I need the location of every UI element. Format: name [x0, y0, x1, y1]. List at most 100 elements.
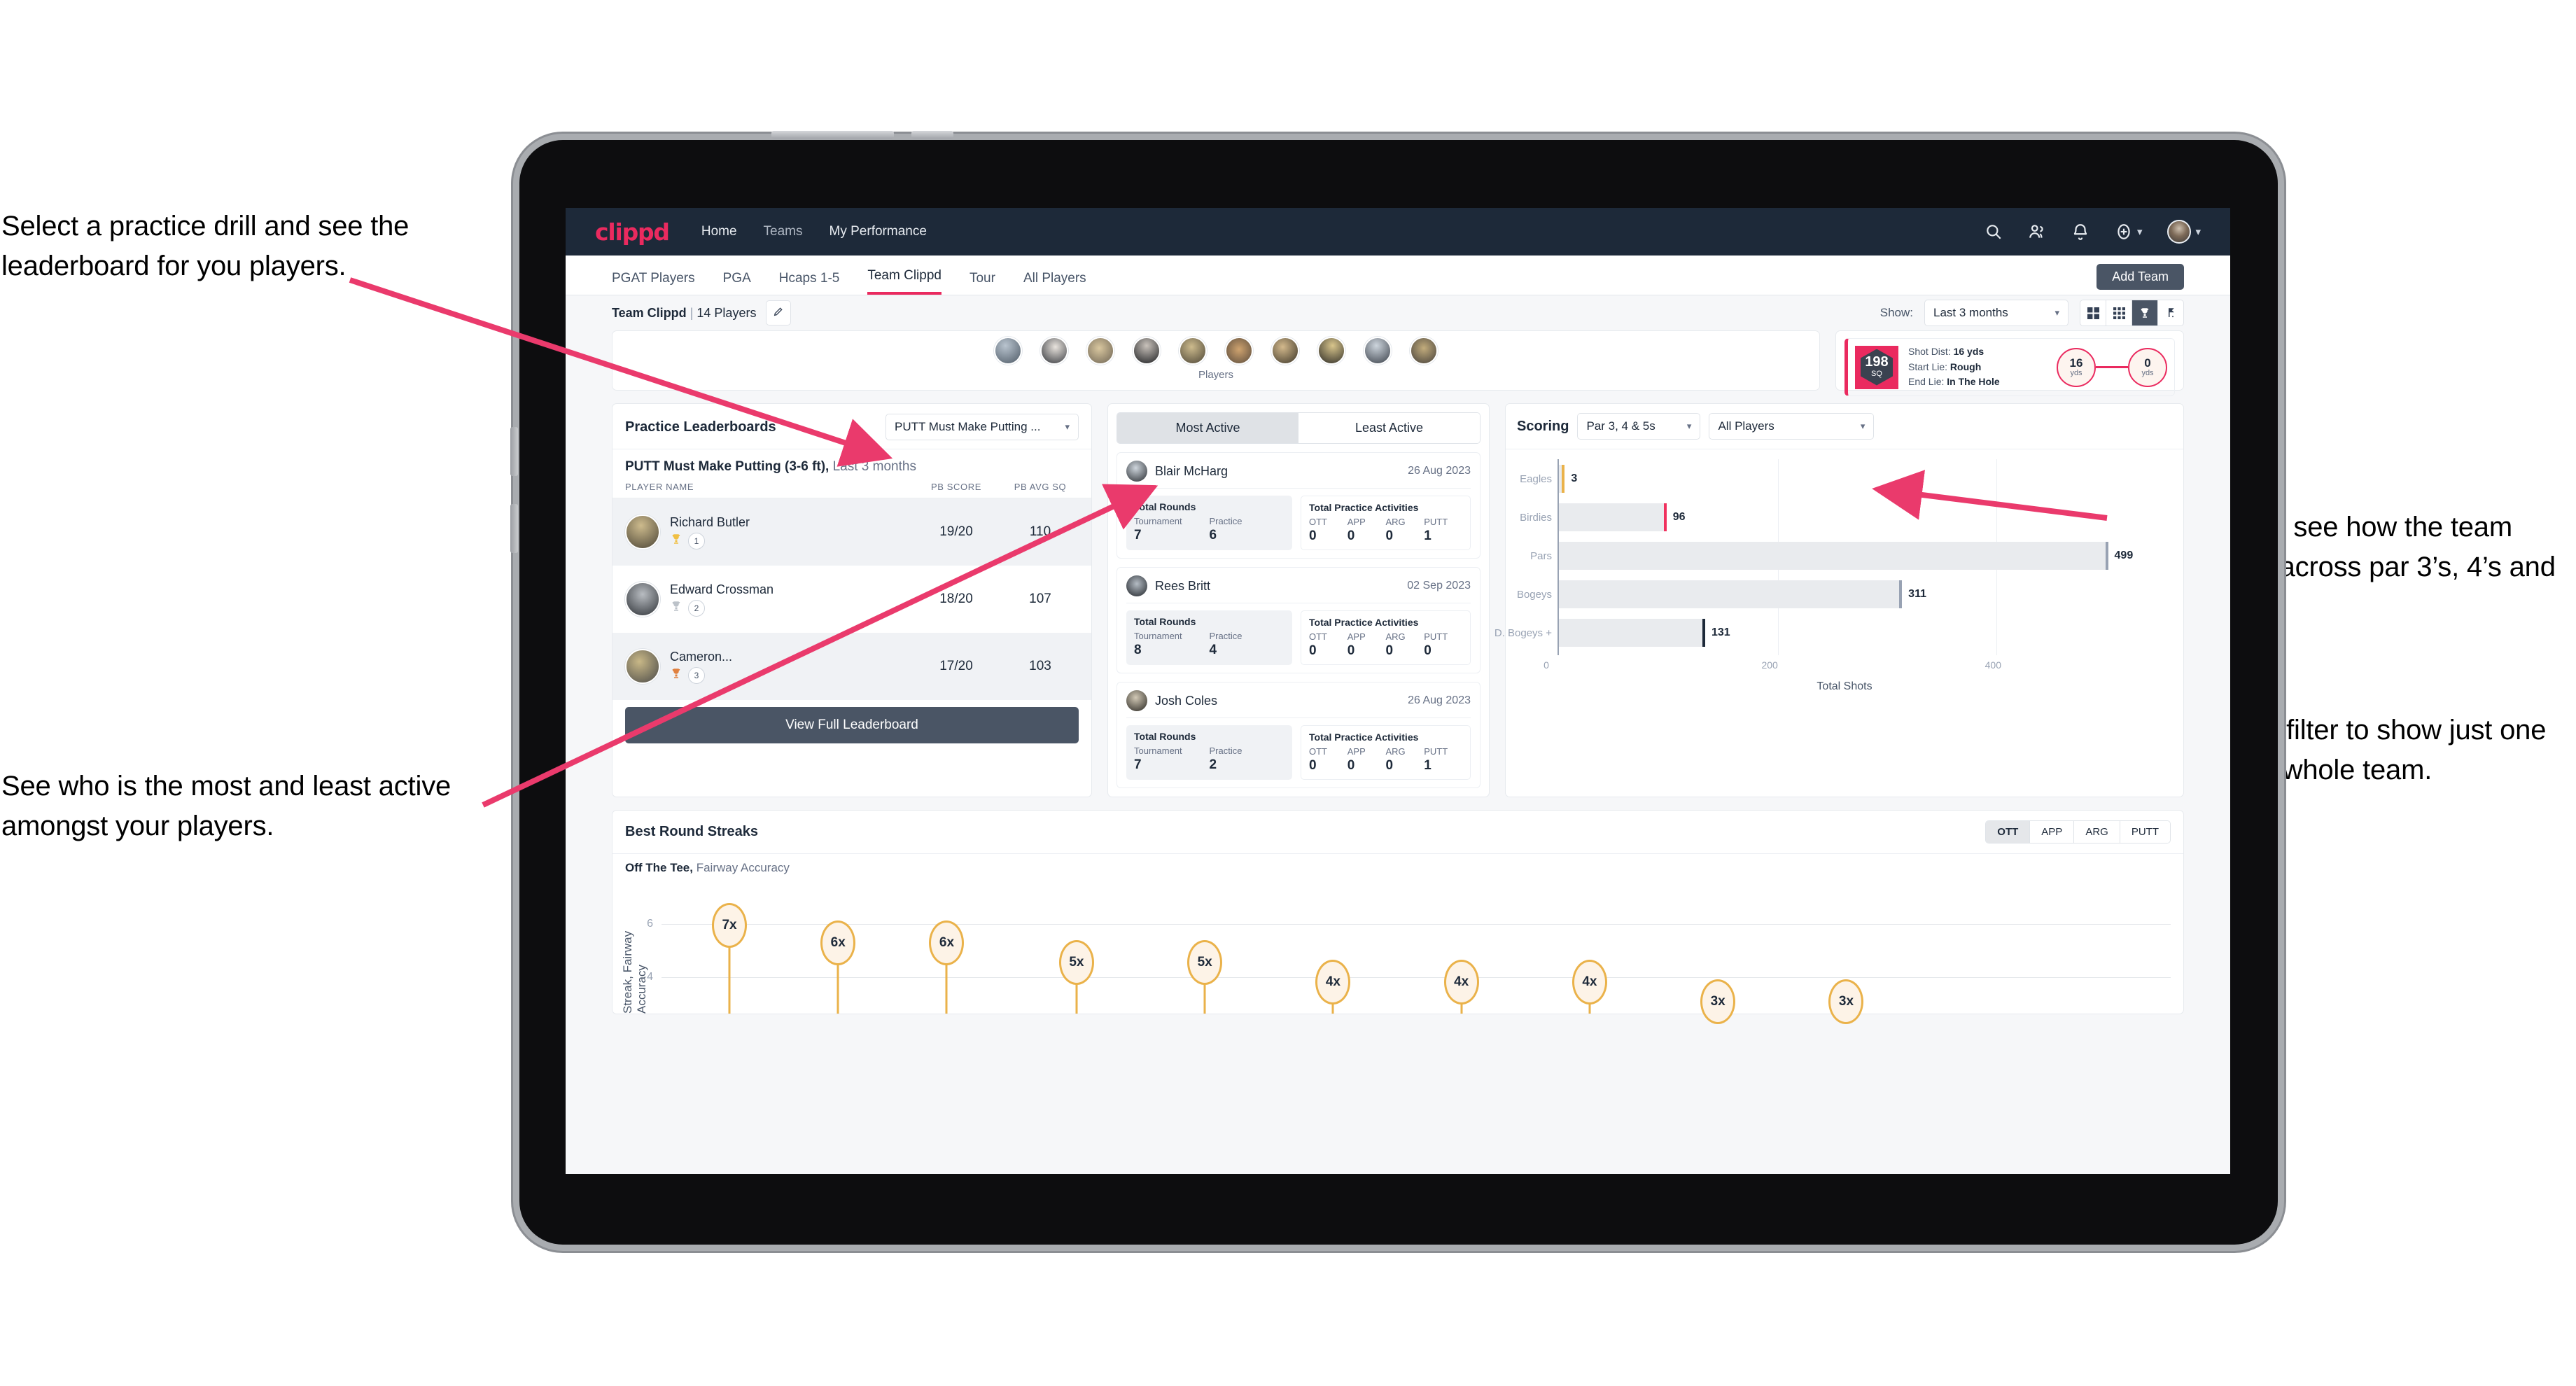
player-avatar[interactable]	[1317, 337, 1345, 365]
tab-team-clippd[interactable]: Team Clippd	[867, 268, 941, 295]
shot-dist-label: Shot Dist:	[1908, 346, 1951, 357]
plus-circle-icon[interactable]	[2115, 223, 2133, 241]
table-row[interactable]: Richard Butler 1 19/20 110	[612, 498, 1091, 566]
people-icon[interactable]	[2028, 223, 2046, 241]
player-filter-select[interactable]: All Players ▾	[1709, 413, 1875, 440]
x-tick-200: 200	[1761, 659, 1778, 671]
pencil-icon	[773, 306, 784, 321]
practice-key-app: APP	[1347, 746, 1366, 757]
leaderboard-header: Practice Leaderboards PUTT Must Make Put…	[612, 404, 1091, 449]
par-filter-select[interactable]: Par 3, 4 & 5s ▾	[1577, 413, 1701, 440]
leaderboard-title: Practice Leaderboards	[625, 419, 776, 435]
tab-hcaps-1-5[interactable]: Hcaps 1-5	[779, 271, 840, 295]
list-item[interactable]: Josh Coles 26 Aug 2023 Total Rounds Tour…	[1116, 682, 1480, 788]
streak-value: 6x	[929, 920, 965, 965]
streaks-subtitle: Off The Tee, Fairway Accuracy	[612, 853, 2183, 875]
gridline	[662, 977, 2171, 978]
bell-icon[interactable]	[2071, 223, 2090, 241]
toggle-ott[interactable]: OTT	[1986, 821, 2031, 843]
total-rounds-block: Total Rounds Tournament 7 Practice 2	[1126, 725, 1292, 780]
streak-value: 5x	[1058, 940, 1094, 985]
pb-avg-sq-value: 103	[1029, 659, 1051, 673]
shot-start-distance: 16 yds	[2057, 347, 2096, 387]
player-avatar[interactable]	[1271, 337, 1299, 365]
toggle-arg[interactable]: ARG	[2074, 821, 2120, 843]
tab-least-active[interactable]: Least Active	[1298, 413, 1480, 443]
table-row[interactable]: Edward Crossman 2 18/20 107	[612, 566, 1091, 633]
practice-activities-block: Total Practice Activities OTT 0 APP 0 AR…	[1301, 496, 1471, 550]
total-rounds-values: Tournament 7 Practice 6	[1134, 516, 1284, 543]
player-avatar[interactable]	[994, 337, 1022, 365]
player-avatar[interactable]	[1225, 337, 1253, 365]
team-toolbar: Team Clippd | 14 Players Show: Last 3 mo…	[566, 295, 2230, 330]
section-tabs: PGAT Players PGA Hcaps 1-5 Team Clippd T…	[566, 255, 2230, 295]
tab-all-players[interactable]: All Players	[1023, 271, 1086, 295]
pb-avg-sq-value: 110	[1029, 524, 1051, 539]
nav-link-home[interactable]: Home	[701, 224, 737, 239]
streak-value: 4x	[1572, 960, 1607, 1004]
chevron-down-icon: ▾	[2136, 226, 2143, 238]
shot-connector-line	[2096, 366, 2128, 369]
shot-distance-diagram: 16 yds 0 yds	[2057, 347, 2167, 387]
column-pb-avg-sq: PB AVG SQ	[1014, 482, 1067, 492]
tab-tour[interactable]: Tour	[969, 271, 995, 295]
practice-value-arg: 0	[1385, 528, 1394, 543]
tab-pga[interactable]: PGA	[723, 271, 751, 295]
start-lie-value: Rough	[1949, 360, 1982, 372]
player-avatar[interactable]	[1179, 337, 1207, 365]
tab-pgat-players[interactable]: PGAT Players	[612, 271, 695, 295]
y-tick-4: 4	[647, 971, 653, 983]
chevron-down-icon: ▾	[1860, 421, 1865, 431]
rounds-key-practice: Practice	[1209, 746, 1242, 756]
table-row[interactable]: Cameron... 3 17/20 103	[612, 633, 1091, 700]
view-full-leaderboard-button[interactable]: View Full Leaderboard	[625, 707, 1079, 743]
toggle-app[interactable]: APP	[2030, 821, 2075, 843]
activity-date: 26 Aug 2023	[1408, 465, 1471, 477]
player-avatar[interactable]	[1410, 337, 1438, 365]
list-item[interactable]: Rees Britt 02 Sep 2023 Total Rounds Tour…	[1116, 567, 1480, 673]
grid-large-icon[interactable]	[2080, 300, 2106, 326]
rank-badge: 1	[688, 532, 705, 550]
avatar	[1126, 575, 1147, 596]
drill-select[interactable]: PUTT Must Make Putting ... ▾	[886, 414, 1079, 440]
bar-value-birdies: 96	[1672, 511, 1686, 523]
show-label: Show:	[1879, 306, 1913, 319]
edit-team-button[interactable]	[766, 300, 792, 326]
scoring-bar-chart: Eagles 3 Birdies 96 Pars 499 Bogeys 311 …	[1494, 459, 2172, 655]
activity-stats: Total Rounds Tournament 7 Practice 2 Tot…	[1126, 725, 1471, 780]
annotation-bottom-left: See who is the most and least active amo…	[1, 771, 451, 841]
grid-small-icon[interactable]	[2106, 300, 2132, 326]
list-item[interactable]: Blair McHarg 26 Aug 2023 Total Rounds To…	[1116, 452, 1480, 559]
date-range-select[interactable]: Last 3 months ▾	[1924, 300, 2068, 326]
add-team-button[interactable]: Add Team	[2096, 264, 2184, 290]
streak-value: 3x	[1700, 979, 1736, 1024]
rank-badge: 3	[688, 666, 705, 684]
player-avatar[interactable]	[1364, 337, 1392, 365]
rounds-key-tournament: Tournament	[1134, 631, 1182, 641]
trophy-icon[interactable]	[2132, 300, 2158, 326]
bar-birdies: Birdies 96	[1520, 503, 2172, 531]
team-title: Team Clippd | 14 Players	[612, 306, 756, 321]
avatar[interactable]	[2167, 220, 2192, 244]
pb-score-value: 18/20	[939, 592, 973, 606]
clippd-logo[interactable]: clippd	[595, 218, 670, 246]
title-separator: |	[690, 305, 694, 320]
nav-link-my-performance[interactable]: My Performance	[830, 224, 927, 239]
streaks-lollipop-chart: Streak, Fairway Accuracy 6 4 7x 6x 6x 5x…	[621, 888, 2171, 1024]
rounds-value-tournament: 8	[1134, 643, 1142, 657]
add-menu[interactable]: ▾	[2115, 223, 2143, 241]
toggle-putt[interactable]: PUTT	[2120, 821, 2170, 843]
practice-key-arg: ARG	[1385, 631, 1406, 642]
player-avatar[interactable]	[1040, 337, 1068, 365]
practice-key-arg: ARG	[1385, 517, 1406, 527]
practice-value-ott: 0	[1309, 528, 1317, 543]
search-icon[interactable]	[1984, 223, 2003, 241]
tab-most-active[interactable]: Most Active	[1117, 413, 1298, 443]
profile-menu[interactable]: ▾	[2167, 220, 2201, 244]
flag-icon[interactable]	[2158, 300, 2183, 326]
player-avatar[interactable]	[1133, 337, 1161, 365]
practice-value-putt: 0	[1424, 643, 1432, 658]
player-avatar[interactable]	[1086, 337, 1114, 365]
tablet-screen: clippd Home Teams My Performance ▾ ▾ PGA…	[566, 208, 2230, 1174]
nav-link-teams[interactable]: Teams	[764, 224, 803, 239]
